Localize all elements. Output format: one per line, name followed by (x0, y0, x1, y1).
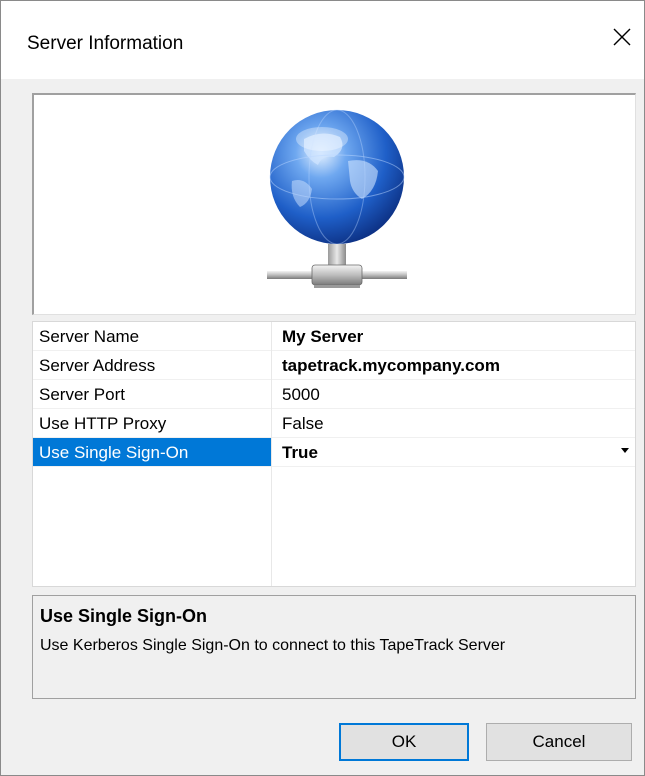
property-value-dropdown[interactable]: True (272, 438, 635, 467)
title-bar: Server Information (1, 1, 644, 79)
close-button[interactable] (600, 15, 644, 59)
property-name: Server Port (33, 380, 271, 409)
server-image-panel (32, 93, 636, 315)
server-information-dialog: Server Information Server Name My Server… (0, 0, 645, 776)
dialog-title: Server Information (27, 33, 184, 54)
close-icon (613, 28, 631, 46)
help-description: Use Kerberos Single Sign-On to connect t… (40, 637, 506, 654)
property-row-server-address[interactable]: Server Address tapetrack.mycompany.com (33, 351, 635, 380)
ok-button[interactable]: OK (339, 723, 469, 761)
property-help-panel: Use Single Sign-On Use Kerberos Single S… (32, 595, 636, 699)
property-value[interactable]: My Server (272, 322, 635, 351)
property-value: True (282, 443, 318, 462)
help-title: Use Single Sign-On (40, 606, 208, 626)
dropdown-arrow-icon[interactable] (621, 448, 629, 453)
property-value[interactable]: 5000 (272, 380, 635, 409)
property-name: Server Name (33, 322, 271, 351)
network-globe-icon (267, 109, 407, 288)
cancel-button[interactable]: Cancel (486, 723, 632, 761)
property-value[interactable]: tapetrack.mycompany.com (272, 351, 635, 380)
property-grid: Server Name My Server Server Address tap… (32, 321, 636, 587)
property-name: Server Address (33, 351, 271, 380)
property-row-server-name[interactable]: Server Name My Server (33, 322, 635, 351)
property-name: Use HTTP Proxy (33, 409, 271, 438)
property-value[interactable]: False (272, 409, 635, 438)
property-row-use-http-proxy[interactable]: Use HTTP Proxy False (33, 409, 635, 438)
property-row-use-single-sign-on[interactable]: Use Single Sign-On True (33, 438, 635, 467)
property-name: Use Single Sign-On (33, 438, 271, 467)
property-row-server-port[interactable]: Server Port 5000 (33, 380, 635, 409)
